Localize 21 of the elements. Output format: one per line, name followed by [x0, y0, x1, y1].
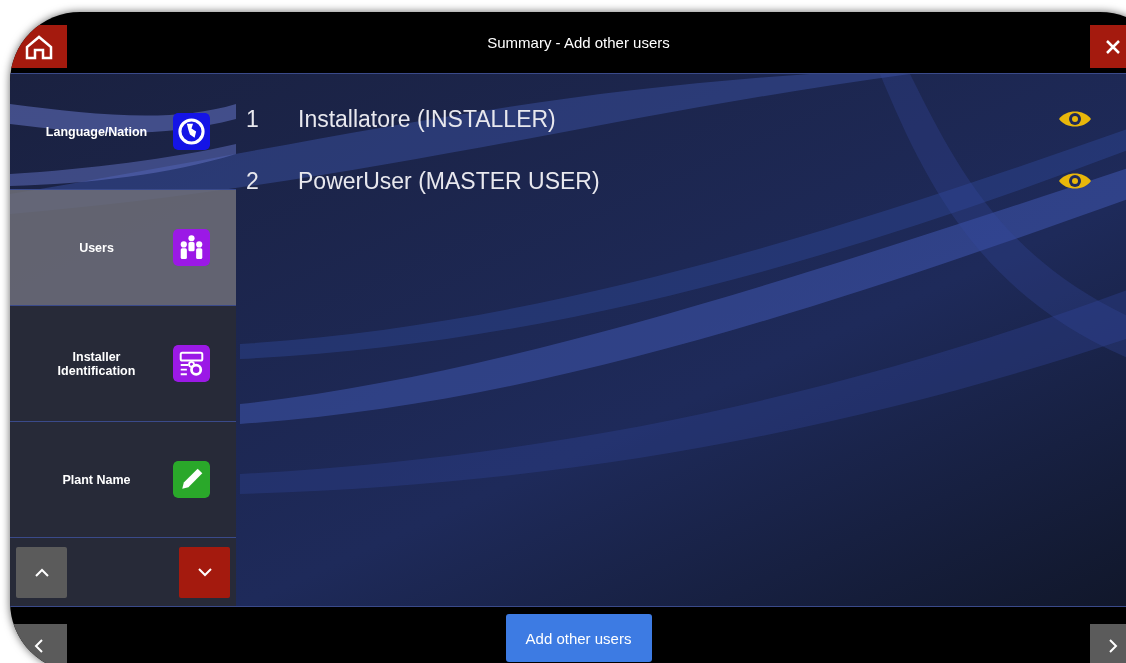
globe-icon: [173, 113, 210, 150]
chevron-down-icon: [197, 567, 212, 577]
user-number: 2: [245, 167, 260, 195]
sidebar-item[interactable]: Installer Identification: [10, 306, 236, 422]
installer-icon: [173, 345, 210, 382]
user-name: PowerUser (MASTER USER): [298, 167, 601, 195]
next-button[interactable]: [1090, 624, 1126, 663]
chevron-right-icon: [1107, 638, 1119, 653]
chevron-left-icon: [32, 638, 45, 653]
user-number: 1: [245, 105, 260, 133]
add-users-button[interactable]: Add other users: [505, 614, 652, 662]
sidebar-item[interactable]: Users: [10, 190, 236, 306]
home-icon: [23, 33, 54, 60]
users-icon: [173, 229, 210, 266]
pencil-icon: [173, 461, 210, 498]
home-button[interactable]: [10, 25, 67, 68]
window-title: Summary - Add other users: [487, 34, 670, 51]
close-button[interactable]: [1090, 25, 1126, 68]
sidebar-item[interactable]: Plant Name: [10, 422, 236, 538]
user-name: Installatore (INSTALLER): [298, 105, 557, 133]
chevron-up-icon: [34, 567, 49, 577]
